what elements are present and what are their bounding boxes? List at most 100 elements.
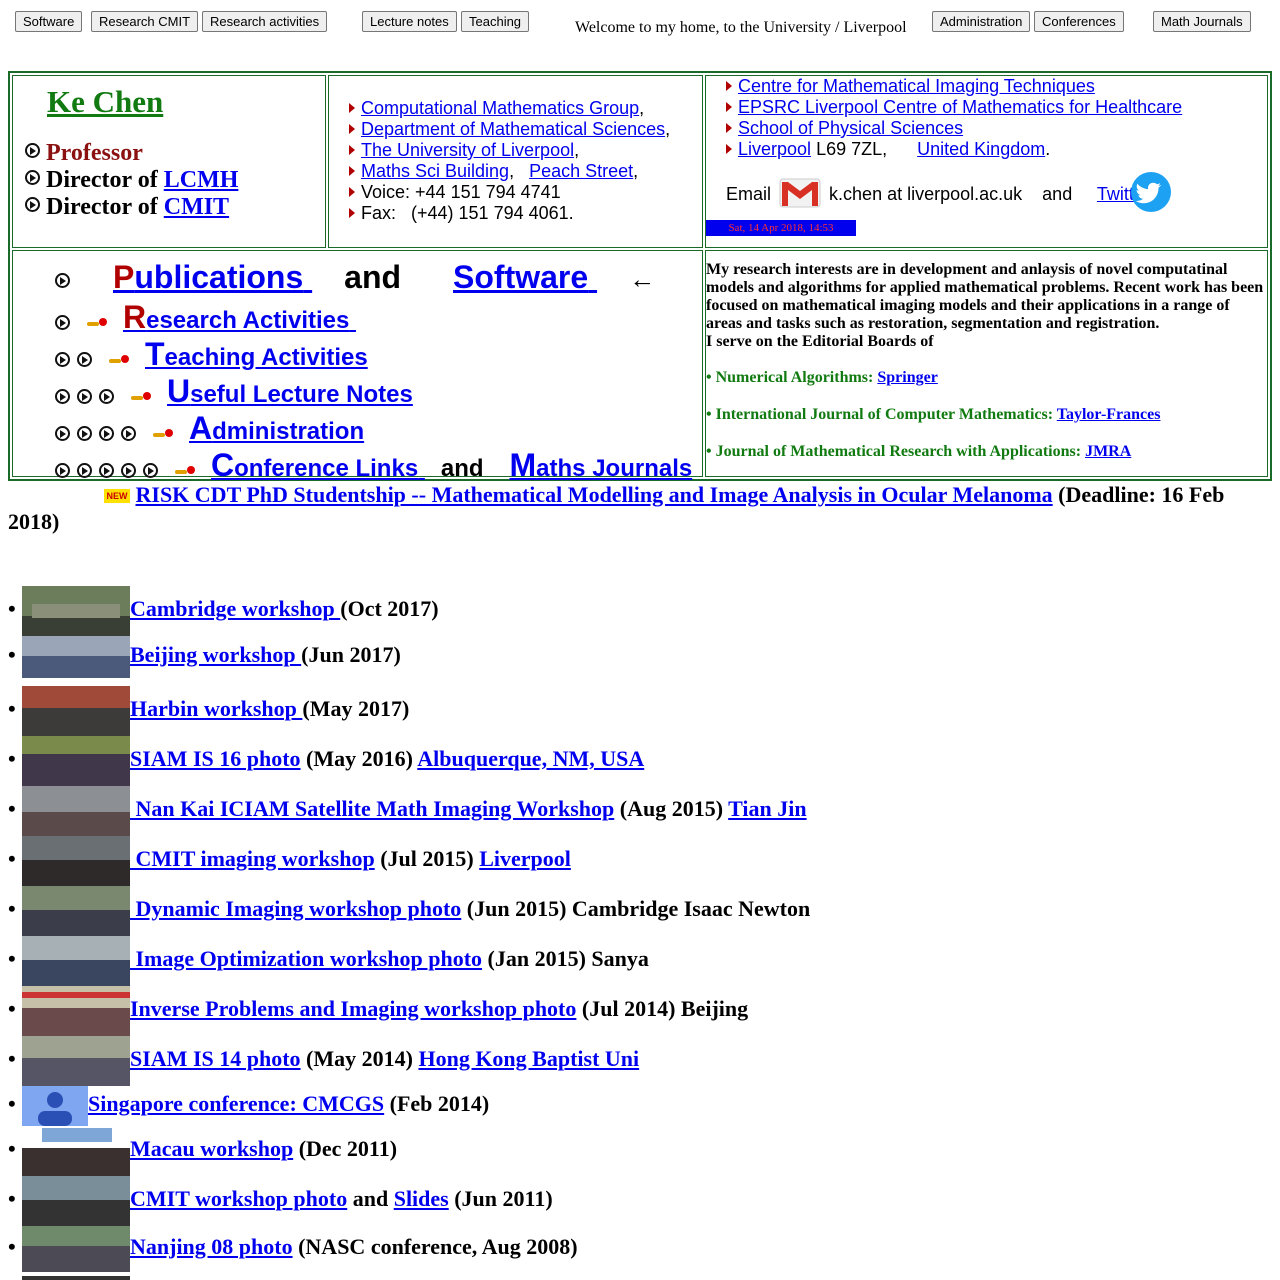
nav-research-cmit-button[interactable]: Research CMIT — [91, 11, 199, 32]
list-item: • Beijing workshop (Jun 2017) — [8, 636, 401, 678]
workshop-link[interactable]: SIAM IS 14 photo — [130, 1046, 301, 1071]
and-text: and — [352, 1186, 389, 1212]
nav-software-button[interactable]: Software — [15, 11, 83, 32]
maths-journals-link[interactable]: Maths Journals — [510, 447, 693, 483]
voice-number: Voice: +44 151 794 4741 — [361, 182, 561, 202]
nav-lecture-notes-button[interactable]: Lecture notes — [362, 11, 457, 32]
list-item: • Macau workshop (Dec 2011) — [8, 1126, 397, 1176]
dept-math-sci-link[interactable]: Department of Mathematical Sciences — [361, 119, 665, 139]
workshop-link[interactable]: Inverse Problems and Imaging workshop ph… — [130, 996, 576, 1021]
risk-cdt-link[interactable]: RISK CDT PhD Studentship -- Mathematical… — [136, 482, 1053, 507]
arrow-icon — [349, 145, 355, 155]
punct: . — [1045, 139, 1051, 159]
profile-name[interactable]: Ke Chen — [47, 84, 163, 120]
nav-conferences-button[interactable]: Conferences — [1034, 11, 1124, 32]
administration-link[interactable]: Administration — [189, 410, 365, 446]
workshop-link[interactable]: CMIT workshop photo — [130, 1186, 347, 1211]
workshop-photo-thumbnail[interactable] — [22, 1036, 130, 1086]
workshop-link[interactable]: SIAM IS 16 photo — [130, 746, 301, 771]
workshop-link[interactable]: Harbin workshop — [130, 696, 302, 721]
workshop-link[interactable]: Image Optimization workshop photo — [130, 946, 483, 971]
decor-icon — [109, 353, 131, 365]
nav-teaching-button[interactable]: Teaching — [461, 11, 530, 32]
workshop-photo-thumbnail[interactable] — [22, 736, 130, 786]
software-link[interactable]: Software — [453, 259, 597, 295]
workshop-date: (Jul 2015) — [380, 846, 474, 872]
workshop-link[interactable]: Dynamic Imaging workshop photo — [130, 896, 462, 921]
conference-links-link[interactable]: Conference Links — [211, 447, 425, 483]
uni-liverpool-link[interactable]: The University of Liverpool — [361, 140, 574, 160]
bullet-icon — [121, 425, 136, 441]
person-placeholder-icon[interactable] — [22, 1086, 88, 1126]
and-text: and — [1042, 184, 1073, 204]
publications-link[interactable]: Publications — [113, 259, 312, 295]
workshop-photo-thumbnail[interactable] — [22, 936, 130, 986]
list-item: • Harbin workshop (May 2017) — [8, 686, 409, 736]
epsrc-link[interactable]: EPSRC Liverpool Centre of Mathematics fo… — [738, 97, 1182, 117]
teaching-activities-link[interactable]: Teaching Activities — [145, 336, 368, 372]
workshop-link[interactable]: Nan Kai ICIAM Satellite Math Imaging Wor… — [130, 796, 615, 821]
location-link[interactable]: Albuquerque, NM, USA — [417, 746, 644, 771]
role-director-cmit: Director of CMIT — [25, 194, 229, 221]
location-link[interactable]: Hong Kong Baptist Uni — [418, 1046, 639, 1071]
workshop-link[interactable]: Beijing workshop — [130, 642, 301, 667]
conf-cap: C — [211, 447, 235, 483]
bullet-icon — [55, 351, 70, 367]
workshop-link[interactable]: Singapore conference: CMCGS — [88, 1091, 384, 1116]
role-professor: Professor — [25, 140, 143, 167]
workshop-photo-thumbnail[interactable] — [22, 886, 130, 936]
springer-link[interactable]: Springer — [877, 369, 937, 386]
lcmh-link[interactable]: LCMH — [164, 167, 239, 193]
arrow-icon — [349, 208, 355, 218]
decor-icon — [153, 427, 175, 439]
location-link[interactable]: Liverpool — [479, 846, 571, 871]
maths-sci-building-link[interactable]: Maths Sci Building — [361, 161, 509, 181]
comp-math-group-link[interactable]: Computational Mathematics Group — [361, 98, 639, 118]
nav-administration-button[interactable]: Administration — [932, 11, 1031, 32]
workshop-photo-thumbnail[interactable] — [22, 636, 130, 678]
workshop-photo-thumbnail[interactable] — [22, 786, 130, 836]
location-link[interactable]: Tian Jin — [728, 796, 806, 821]
peach-street-link[interactable]: Peach Street — [529, 161, 633, 181]
nav-math-journals-button[interactable]: Math Journals — [1153, 11, 1251, 32]
gmail-icon[interactable] — [779, 178, 821, 208]
workshop-photo-thumbnail[interactable] — [22, 1126, 130, 1176]
taylor-frances-link[interactable]: Taylor-Frances — [1057, 406, 1161, 423]
fax-number: Fax: (+44) 151 794 4061. — [361, 203, 574, 223]
workshop-link[interactable]: Nanjing 08 photo — [130, 1234, 293, 1259]
twitter-icon[interactable] — [1130, 171, 1172, 213]
bullet-icon — [55, 388, 70, 404]
useful-lecture-notes-link[interactable]: Useful Lecture Notes — [167, 373, 413, 409]
workshop-photo-thumbnail[interactable] — [22, 586, 130, 636]
cmit-link[interactable]: CMIT — [164, 194, 229, 220]
affiliation-item: Maths Sci Building, Peach Street, — [349, 161, 638, 182]
workshop-photo-thumbnail[interactable] — [22, 986, 130, 1036]
workshop-link[interactable]: CMIT imaging workshop — [130, 846, 375, 871]
workshop-link[interactable]: Cambridge workshop — [130, 596, 340, 621]
jmra-link[interactable]: JMRA — [1085, 443, 1131, 460]
cmit-full-link[interactable]: Centre for Mathematical Imaging Techniqu… — [738, 76, 1095, 96]
research-cell: My research interests are in development… — [705, 250, 1268, 477]
list-item: • CMIT imaging workshop (Jul 2015) Liver… — [8, 836, 571, 886]
sps-link[interactable]: School of Physical Sciences — [738, 118, 963, 138]
workshop-link[interactable]: Macau workshop — [130, 1136, 293, 1161]
admin-rest: dministration — [212, 418, 365, 445]
research-activities-link[interactable]: Research Activities — [123, 299, 356, 335]
nav-research-activities-button[interactable]: Research activities — [202, 11, 328, 32]
and-text: and — [344, 259, 402, 295]
slides-link[interactable]: Slides — [394, 1186, 449, 1211]
workshop-photo-thumbnail[interactable] — [22, 836, 130, 886]
affiliation-item: Computational Mathematics Group, — [349, 98, 644, 119]
arrow-icon — [726, 102, 732, 112]
bullet-icon — [99, 462, 114, 478]
uk-link[interactable]: United Kingdom — [917, 139, 1045, 159]
workshop-photo-thumbnail[interactable] — [22, 1226, 130, 1272]
bullet-icon — [99, 425, 114, 441]
workshop-photo-thumbnail[interactable] — [22, 686, 130, 736]
workshop-photo-thumbnail[interactable] — [22, 1176, 130, 1226]
board-item: • International Journal of Computer Math… — [706, 406, 1267, 424]
liverpool-link[interactable]: Liverpool — [738, 139, 811, 159]
bullet-icon — [77, 462, 92, 478]
decor-icon — [131, 390, 153, 402]
workshop-date: (Aug 2015) — [619, 796, 724, 822]
